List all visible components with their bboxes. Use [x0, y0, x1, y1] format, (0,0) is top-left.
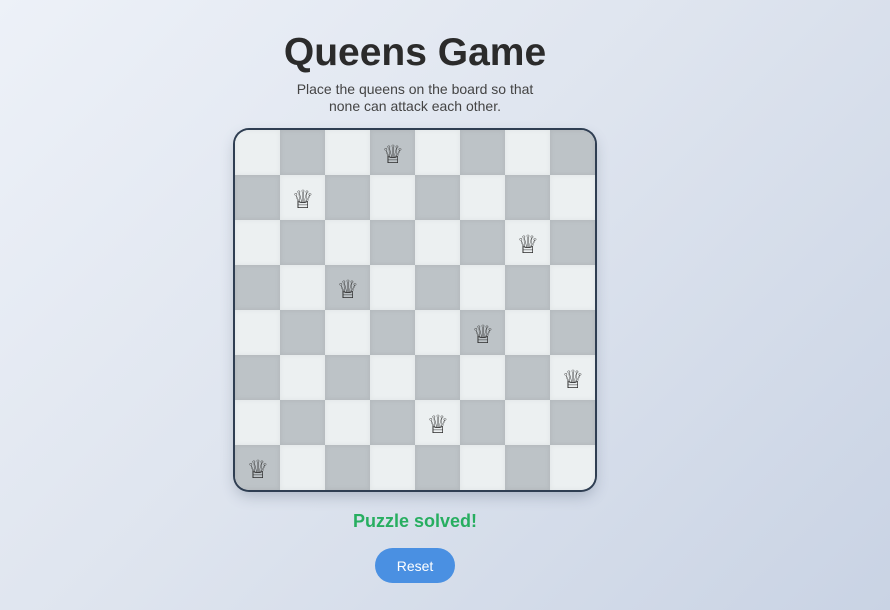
board-cell[interactable]: ♕: [280, 175, 325, 220]
board-cell[interactable]: [415, 220, 460, 265]
chess-board: ♕ ♕ ♕ ♕ ♕ ♕ ♕ ♕: [235, 130, 595, 490]
board-cell[interactable]: [325, 175, 370, 220]
board-cell[interactable]: [415, 130, 460, 175]
board-cell[interactable]: [325, 130, 370, 175]
board-cell[interactable]: ♕: [235, 445, 280, 490]
queen-icon: ♕: [471, 320, 495, 349]
board-cell[interactable]: [505, 355, 550, 400]
board-cell[interactable]: [280, 265, 325, 310]
queen-icon: ♕: [381, 140, 405, 169]
board-cell[interactable]: [550, 445, 595, 490]
board-cell[interactable]: [415, 175, 460, 220]
board-cell[interactable]: [370, 220, 415, 265]
instructions-text: Place the queens on the board so that no…: [296, 81, 534, 114]
board-cell[interactable]: [370, 400, 415, 445]
board-cell[interactable]: [550, 220, 595, 265]
board-cell[interactable]: ♕: [325, 265, 370, 310]
queen-icon: ♕: [336, 275, 360, 304]
board-cell[interactable]: [550, 265, 595, 310]
board-cell[interactable]: [370, 310, 415, 355]
board-cell[interactable]: [460, 445, 505, 490]
board-cell[interactable]: [505, 130, 550, 175]
board-cell[interactable]: [415, 355, 460, 400]
board-cell[interactable]: [370, 175, 415, 220]
board-cell[interactable]: [505, 400, 550, 445]
board-cell[interactable]: [280, 400, 325, 445]
board-cell[interactable]: [460, 220, 505, 265]
board-cell[interactable]: [325, 445, 370, 490]
board-cell[interactable]: [505, 265, 550, 310]
reset-button[interactable]: Reset: [375, 548, 455, 583]
board-cell[interactable]: [460, 130, 505, 175]
board-cell[interactable]: ♕: [460, 310, 505, 355]
queen-icon: ♕: [246, 455, 270, 484]
board-cell[interactable]: [280, 355, 325, 400]
board-cell[interactable]: ♕: [415, 400, 460, 445]
board-cell[interactable]: [235, 265, 280, 310]
board-cell[interactable]: [415, 445, 460, 490]
board-cell[interactable]: [460, 175, 505, 220]
board-cell[interactable]: [550, 400, 595, 445]
board-cell[interactable]: [370, 445, 415, 490]
board-cell[interactable]: [460, 265, 505, 310]
board-cell[interactable]: ♕: [550, 355, 595, 400]
board-cell[interactable]: [460, 400, 505, 445]
board-cell[interactable]: [505, 445, 550, 490]
board-cell[interactable]: [460, 355, 505, 400]
status-message: Puzzle solved!: [352, 511, 478, 531]
queen-icon: ♕: [516, 230, 540, 259]
board-cell[interactable]: [415, 310, 460, 355]
board-cell[interactable]: [280, 445, 325, 490]
queens-game-app: Queens Game Place the queens on the boar…: [0, 0, 830, 610]
board-cell[interactable]: [235, 175, 280, 220]
board-cell[interactable]: [235, 220, 280, 265]
board-cell[interactable]: [550, 175, 595, 220]
queen-icon: ♕: [291, 185, 315, 214]
board-cell[interactable]: [505, 175, 550, 220]
board-cell[interactable]: ♕: [370, 130, 415, 175]
board-cell[interactable]: [235, 310, 280, 355]
board-cell[interactable]: [280, 130, 325, 175]
board-cell[interactable]: [325, 355, 370, 400]
board-cell[interactable]: ♕: [505, 220, 550, 265]
board-cell[interactable]: [505, 310, 550, 355]
board-cell[interactable]: [235, 355, 280, 400]
page-title: Queens Game: [283, 31, 547, 74]
queen-icon: ♕: [561, 365, 585, 394]
board-cell[interactable]: [550, 310, 595, 355]
board-cell[interactable]: [325, 400, 370, 445]
board-cell[interactable]: [325, 310, 370, 355]
board-cell[interactable]: [280, 310, 325, 355]
board-cell[interactable]: [415, 265, 460, 310]
board-cell[interactable]: [370, 355, 415, 400]
board-cell[interactable]: [235, 130, 280, 175]
board-cell[interactable]: [370, 265, 415, 310]
queen-icon: ♕: [426, 410, 450, 439]
board-cell[interactable]: [280, 220, 325, 265]
board-cell[interactable]: [550, 130, 595, 175]
board-cell[interactable]: [235, 400, 280, 445]
board-cell[interactable]: [325, 220, 370, 265]
